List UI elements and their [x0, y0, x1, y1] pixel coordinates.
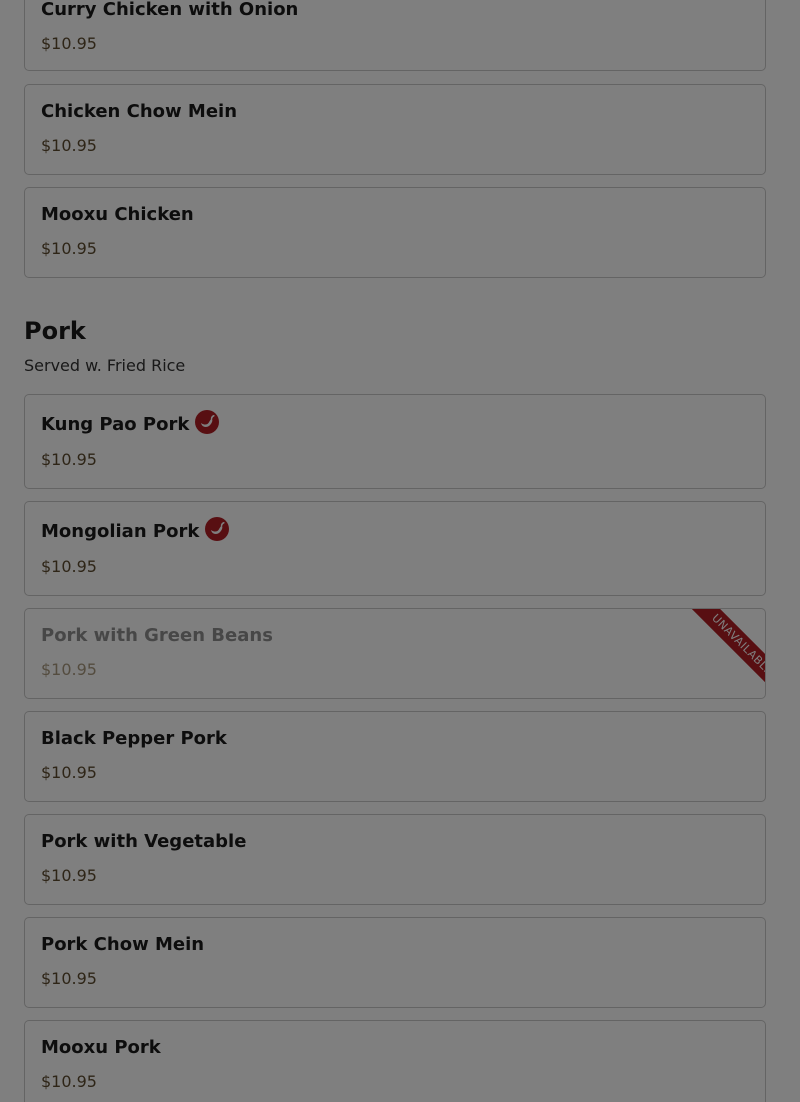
menu-page: Curry Chicken with Onion $10.95 Chicken … [0, 0, 800, 1102]
modal-backdrop-overlay[interactable] [0, 0, 800, 1102]
